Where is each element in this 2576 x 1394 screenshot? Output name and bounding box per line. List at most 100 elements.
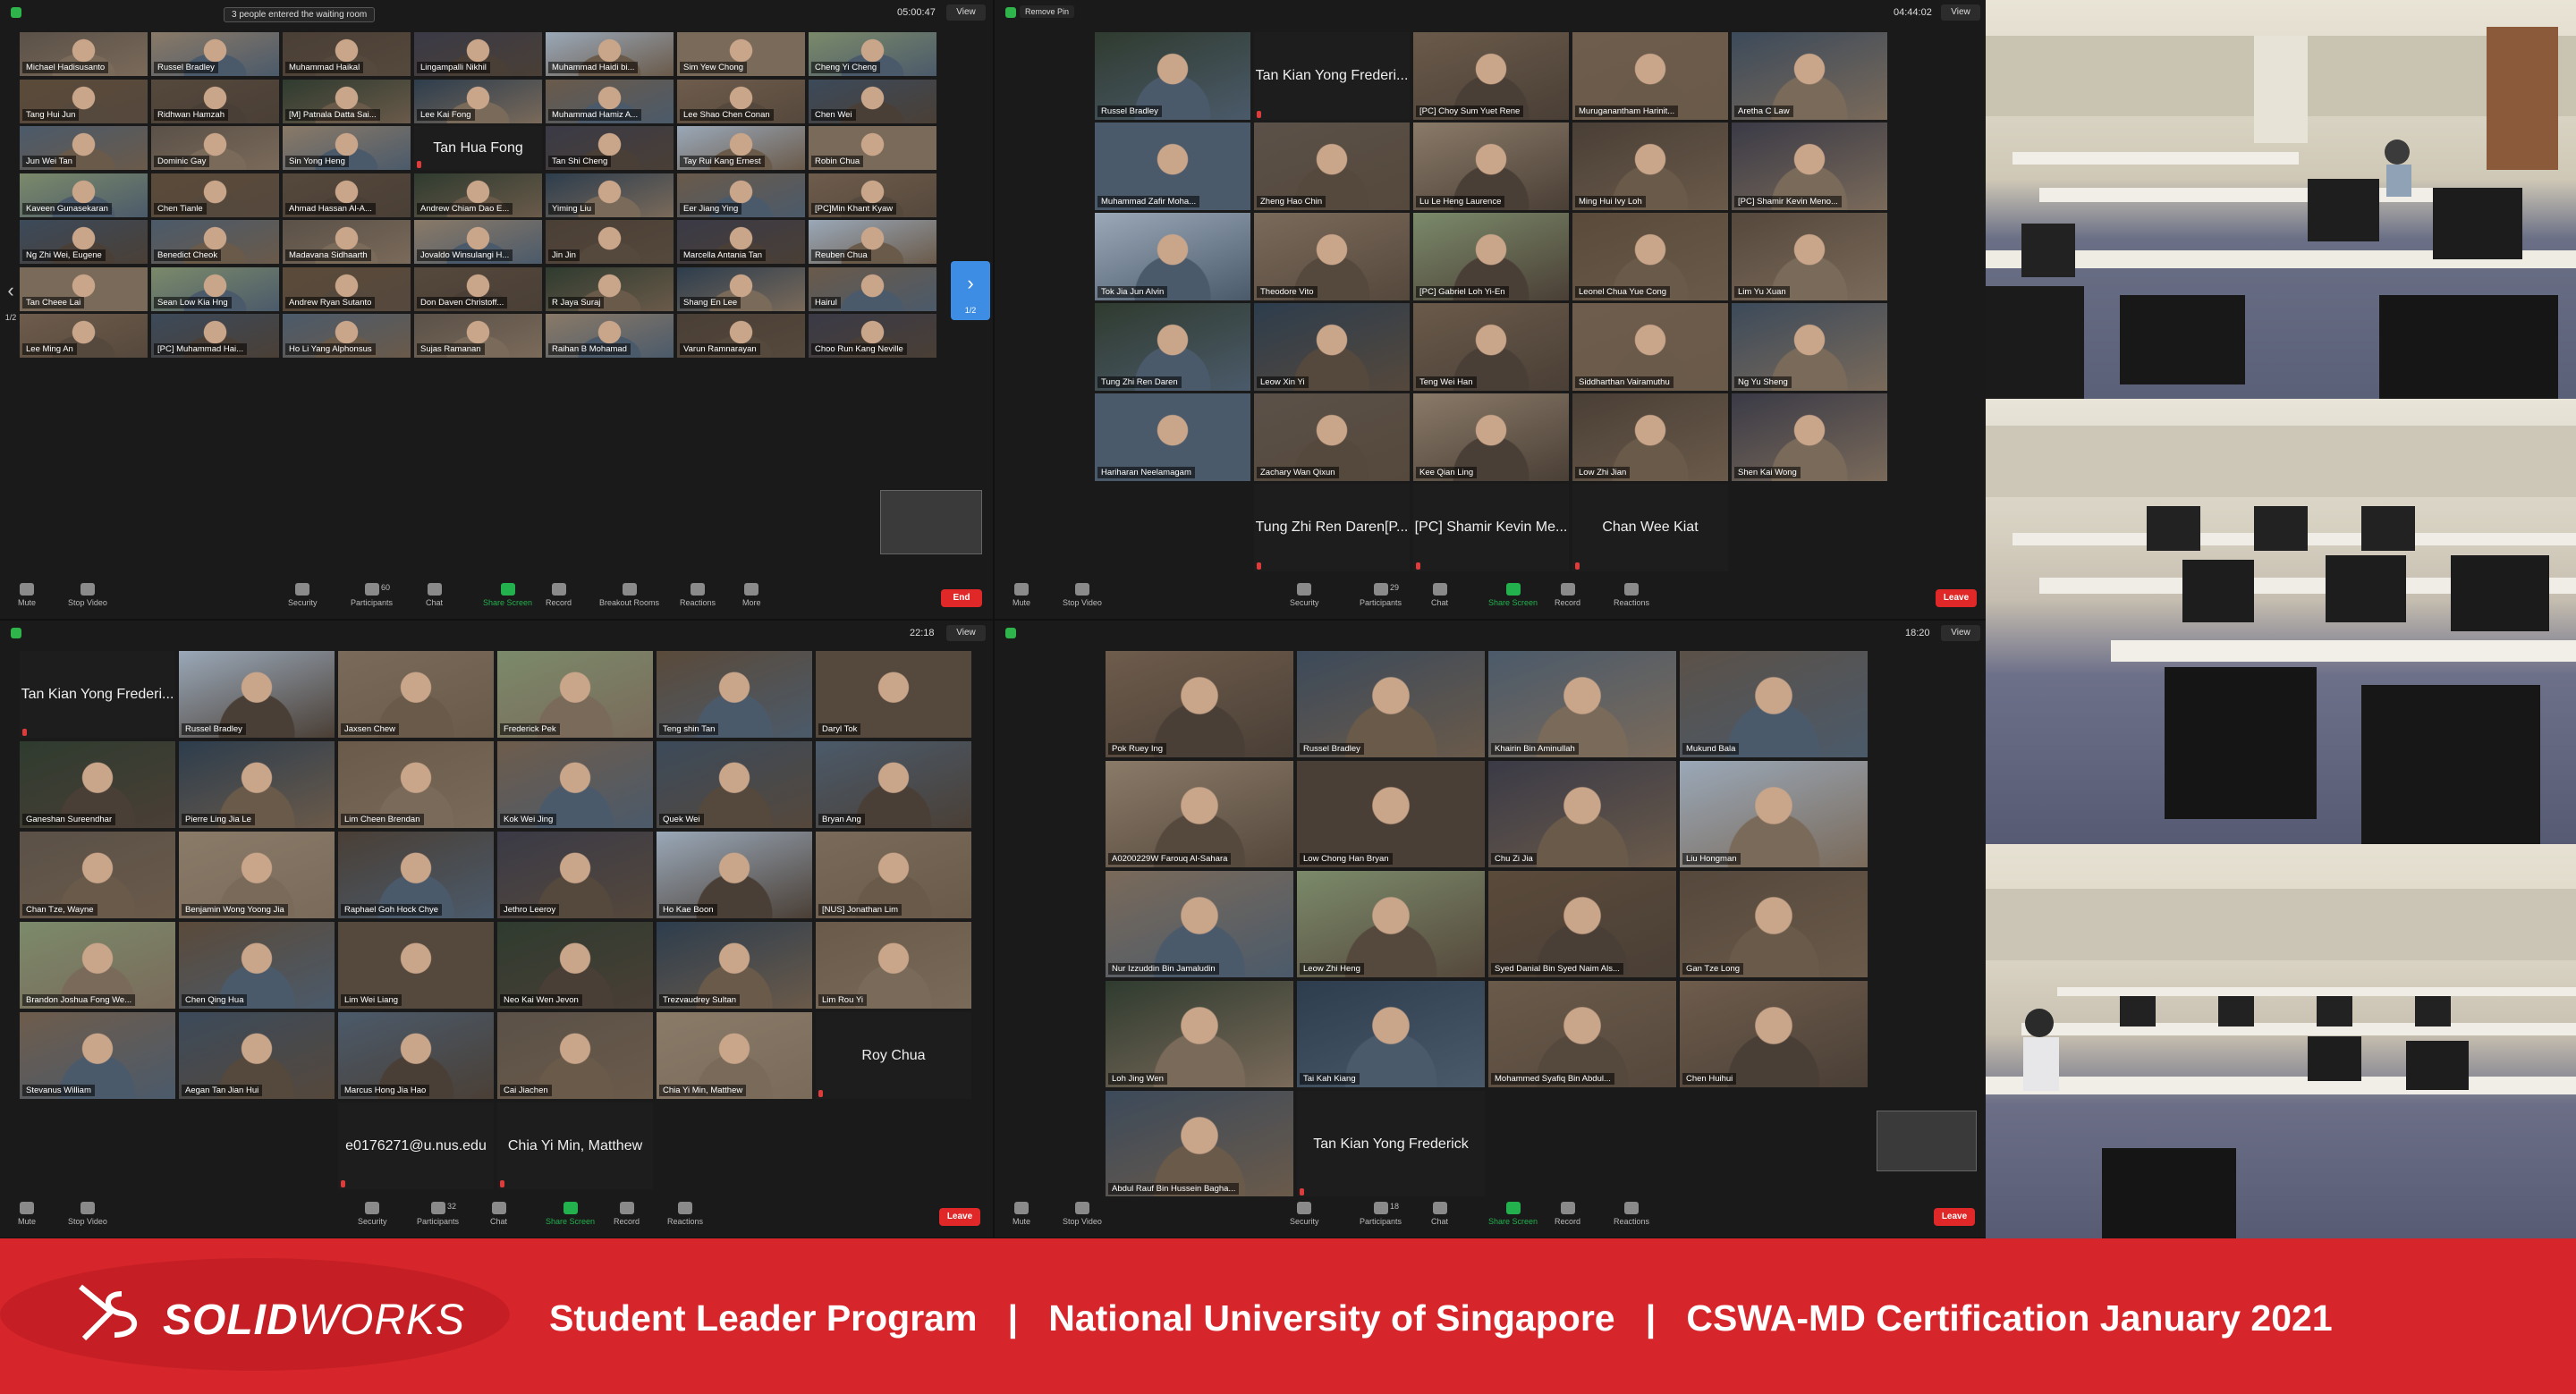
participant-tile[interactable]: Muhammad Haidi bi... [546, 32, 674, 76]
toolbar-security-button[interactable]: Security [288, 583, 318, 607]
toolbar-mute-button[interactable]: Mute [18, 583, 36, 607]
participant-tile[interactable]: Sean Low Kia Hng [151, 266, 279, 311]
participant-tile[interactable]: Neo Kai Wen Jevon [497, 922, 653, 1009]
participant-tile[interactable]: Andrew Ryan Sutanto [283, 266, 411, 311]
toolbar-participants-button[interactable]: Participants 60 [351, 583, 393, 607]
participant-tile[interactable]: Pok Ruey Ing [1106, 651, 1293, 757]
participant-tile[interactable]: Loh Jing Wen [1106, 981, 1293, 1087]
participant-tile[interactable]: Leow Zhi Heng [1297, 871, 1485, 977]
participant-tile[interactable]: Jin Jin [546, 220, 674, 264]
self-view-thumbnail[interactable] [880, 490, 982, 554]
participant-tile[interactable]: Frederick Pek [497, 651, 653, 738]
toolbar-stop-video-button[interactable]: Stop Video [68, 583, 107, 607]
participant-tile[interactable]: Dominic Gay [151, 126, 279, 170]
participant-tile[interactable]: Hariharan Neelamagam [1095, 393, 1250, 481]
participant-tile[interactable]: Aretha C Law [1732, 32, 1887, 120]
participant-tile[interactable]: Shen Kai Wong [1732, 393, 1887, 481]
participant-tile[interactable]: Lee Kai Fong [414, 79, 542, 123]
participant-tile[interactable]: Siddharthan Vairamuthu [1572, 303, 1728, 391]
participant-tile[interactable]: Low Chong Han Bryan [1297, 761, 1485, 867]
toolbar-share-screen-button[interactable]: Share Screen [483, 583, 532, 607]
participant-tile[interactable]: Jethro Leeroy [497, 832, 653, 918]
toolbar-stop-video-button[interactable]: Stop Video [1063, 583, 1102, 607]
participant-tile[interactable]: Raihan B Mohamad [546, 314, 674, 358]
participant-tile[interactable]: Nur Izzuddin Bin Jamaludin [1106, 871, 1293, 977]
toolbar-share-screen-button[interactable]: Share Screen [1488, 1202, 1538, 1226]
participant-tile[interactable]: Raphael Goh Hock Chye [338, 832, 494, 918]
participant-tile[interactable]: Chu Zi Jia [1488, 761, 1676, 867]
next-page-button[interactable]: › 1/2 [951, 261, 990, 320]
toolbar-record-button[interactable]: Record [614, 1202, 640, 1226]
participant-tile[interactable]: Bryan Ang [816, 741, 971, 828]
participant-tile[interactable]: Tan Cheee Lai [20, 266, 148, 311]
participant-tile[interactable]: Chia Yi Min, Matthew [497, 1103, 653, 1189]
participant-tile[interactable]: Brandon Joshua Fong We... [20, 922, 175, 1009]
participant-tile[interactable]: Gan Tze Long [1680, 871, 1868, 977]
participant-tile[interactable]: Lim Wei Liang [338, 922, 494, 1009]
participant-tile[interactable]: Eer Jiang Ying [677, 173, 805, 217]
toolbar-stop-video-button[interactable]: Stop Video [68, 1202, 107, 1226]
participant-tile[interactable]: Benedict Cheok [151, 220, 279, 264]
participant-tile[interactable]: Tok Jia Jun Alvin [1095, 213, 1250, 300]
end-meeting-button[interactable]: End [941, 589, 982, 607]
participant-tile[interactable]: Tung Zhi Ren Daren [1095, 303, 1250, 391]
participant-tile[interactable]: Mukund Bala [1680, 651, 1868, 757]
participant-tile[interactable]: Stevanus William [20, 1012, 175, 1099]
toolbar-security-button[interactable]: Security [1290, 583, 1319, 607]
participant-tile[interactable]: Kee Qian Ling [1413, 393, 1569, 481]
participant-tile[interactable]: Zachary Wan Qixun [1254, 393, 1410, 481]
toolbar-breakout-rooms-button[interactable]: Breakout Rooms [599, 583, 659, 607]
participant-tile[interactable]: Jovaldo Winsulangi H... [414, 220, 542, 264]
participant-tile[interactable]: [M] Patnala Datta Sai... [283, 79, 411, 123]
participant-tile[interactable]: Andrew Chiam Dao E... [414, 173, 542, 217]
participant-tile[interactable]: Ridhwan Hamzah [151, 79, 279, 123]
participant-tile[interactable]: Sin Yong Heng [283, 126, 411, 170]
toolbar-share-screen-button[interactable]: Share Screen [546, 1202, 595, 1226]
participant-tile[interactable]: Tay Rui Kang Ernest [677, 126, 805, 170]
participant-tile[interactable]: [PC] Gabriel Loh Yi-En [1413, 213, 1569, 300]
participant-tile[interactable]: Khairin Bin Aminullah [1488, 651, 1676, 757]
toolbar-stop-video-button[interactable]: Stop Video [1063, 1202, 1102, 1226]
participant-tile[interactable]: Zheng Hao Chin [1254, 123, 1410, 210]
participant-tile[interactable]: Lee Shao Chen Conan [677, 79, 805, 123]
toolbar-record-button[interactable]: Record [546, 583, 572, 607]
participant-tile[interactable]: Abdul Rauf Bin Hussein Bagha... [1106, 1091, 1293, 1197]
toolbar-chat-button[interactable]: Chat [426, 583, 443, 607]
participant-tile[interactable]: Muhammad Haikal [283, 32, 411, 76]
participant-tile[interactable]: Marcus Hong Jia Hao [338, 1012, 494, 1099]
participant-tile[interactable]: Ng Zhi Wei, Eugene [20, 220, 148, 264]
toolbar-mute-button[interactable]: Mute [18, 1202, 36, 1226]
participant-tile[interactable]: Chen Huihui [1680, 981, 1868, 1087]
participant-tile[interactable]: Leonel Chua Yue Cong [1572, 213, 1728, 300]
toolbar-chat-button[interactable]: Chat [490, 1202, 507, 1226]
participant-tile[interactable]: Chen Wei [809, 79, 936, 123]
participant-tile[interactable]: Chan Tze, Wayne [20, 832, 175, 918]
toolbar-share-screen-button[interactable]: Share Screen [1488, 583, 1538, 607]
end-meeting-button[interactable]: Leave [939, 1208, 980, 1226]
participant-tile[interactable]: Jaxsen Chew [338, 651, 494, 738]
participant-tile[interactable]: Madavana Sidhaarth [283, 220, 411, 264]
participant-tile[interactable]: Cheng Yi Cheng [809, 32, 936, 76]
participant-tile[interactable]: Muhammad Hamiz A... [546, 79, 674, 123]
participant-tile[interactable]: Marcella Antania Tan [677, 220, 805, 264]
participant-tile[interactable]: Teng Wei Han [1413, 303, 1569, 391]
participant-tile[interactable]: Quek Wei [657, 741, 812, 828]
participant-tile[interactable]: Roy Chua [816, 1012, 971, 1099]
participant-tile[interactable]: Kaveen Gunasekaran [20, 173, 148, 217]
participant-tile[interactable]: Lim Rou Yi [816, 922, 971, 1009]
participant-tile[interactable]: [NUS] Jonathan Lim [816, 832, 971, 918]
participant-tile[interactable]: [PC] Muhammad Hai... [151, 314, 279, 358]
participant-tile[interactable]: [PC]Min Khant Kyaw [809, 173, 936, 217]
participant-tile[interactable]: Ganeshan Sureendhar [20, 741, 175, 828]
participant-tile[interactable]: Hairul [809, 266, 936, 311]
self-view-thumbnail[interactable] [1877, 1111, 1977, 1171]
participant-tile[interactable]: Reuben Chua [809, 220, 936, 264]
prev-page-button[interactable]: ‹ 1/2 [2, 268, 20, 327]
toolbar-record-button[interactable]: Record [1555, 583, 1580, 607]
participant-tile[interactable]: Russel Bradley [1095, 32, 1250, 120]
participant-tile[interactable]: Don Daven Christoff... [414, 266, 542, 311]
participant-tile[interactable]: Robin Chua [809, 126, 936, 170]
participant-tile[interactable]: Trezvaudrey Sultan [657, 922, 812, 1009]
participant-tile[interactable]: Russel Bradley [1297, 651, 1485, 757]
view-button[interactable]: View [946, 4, 986, 21]
